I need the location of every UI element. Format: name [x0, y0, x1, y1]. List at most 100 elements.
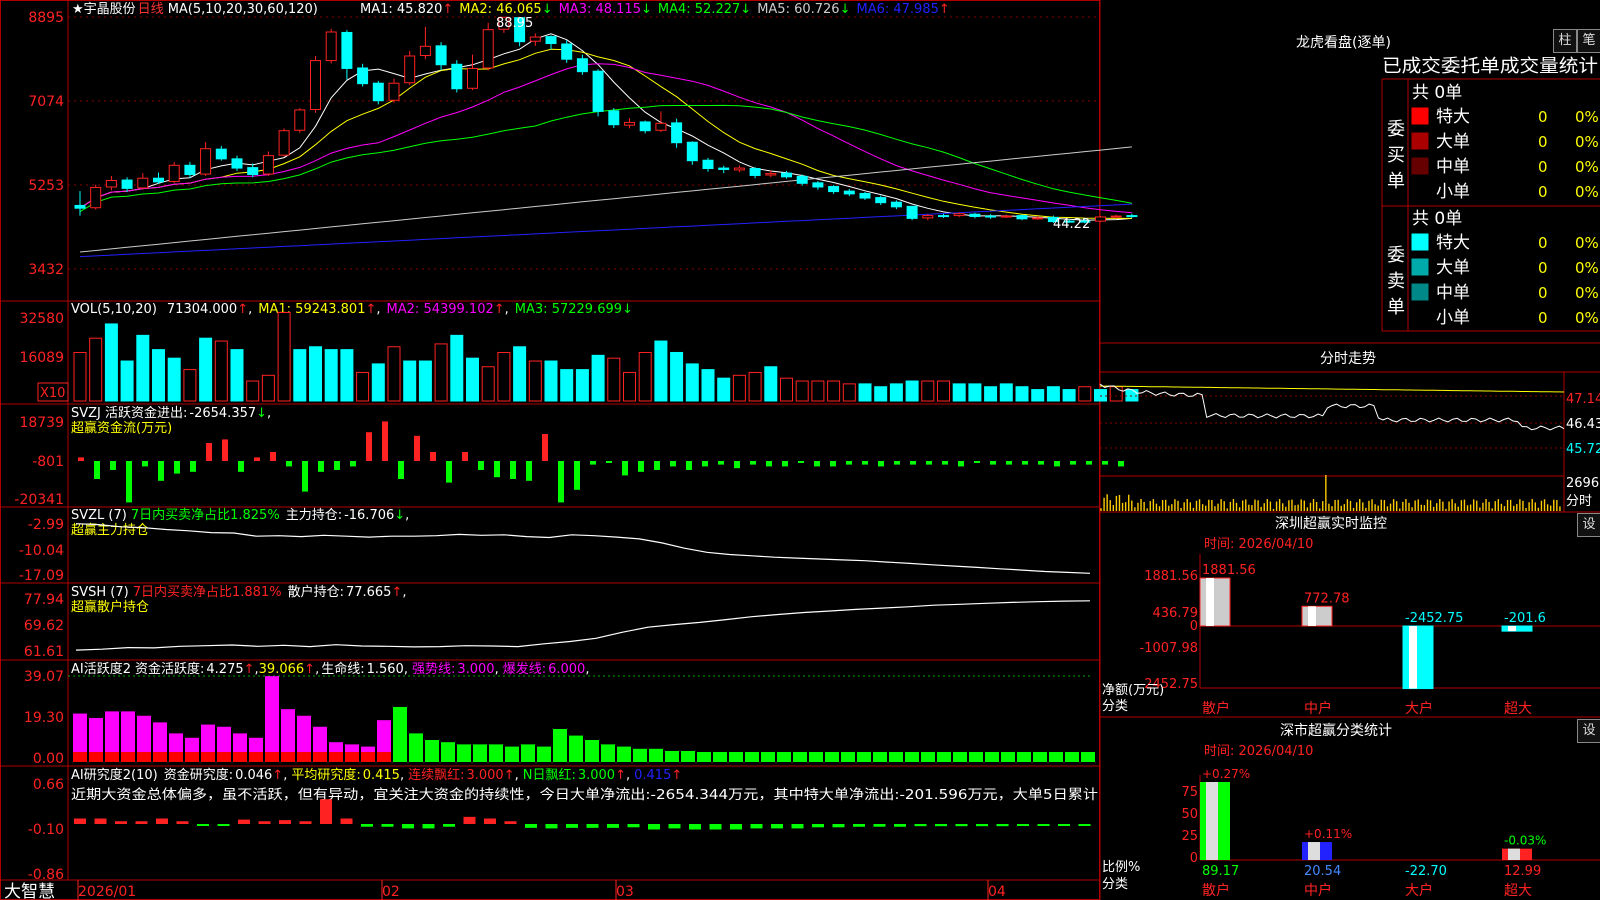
dt-row-count: 0: [1538, 309, 1548, 327]
y-tick: 0: [1190, 619, 1198, 634]
activity-base-bar: [489, 752, 503, 762]
research-bar: [279, 820, 291, 824]
fund-flow-bar: [430, 452, 436, 461]
fund-flow-bar: [270, 452, 276, 461]
volume-bar: [1078, 386, 1092, 402]
volume-bar: [623, 371, 636, 402]
volume-bar: [984, 386, 998, 402]
y-tick: 39.07: [24, 669, 64, 685]
fund-flow-bar: [894, 461, 900, 465]
candle-body: [529, 36, 541, 42]
activity-base-bar: [921, 752, 935, 762]
ma-lines: [79, 33, 1132, 258]
volume-bar: [654, 340, 668, 402]
intraday-y-tick: 46.43: [1566, 417, 1600, 432]
candle-body: [733, 167, 745, 171]
category-label: 超大: [1504, 883, 1532, 899]
dt-row-count: 0: [1538, 284, 1548, 302]
fund-flow-bar: [1006, 461, 1012, 465]
candle-body: [765, 173, 777, 176]
volume-bar: [434, 343, 448, 402]
net-flow-bar: [1199, 577, 1231, 627]
fund-flow-bar: [142, 461, 148, 467]
low-label: 44.22: [1053, 217, 1090, 232]
y-tick: -801: [32, 454, 64, 470]
candle-body: [608, 110, 620, 126]
activity-base-bar: [377, 752, 391, 762]
volume-bar: [152, 349, 165, 402]
fund-flow-bar: [782, 461, 788, 467]
volume-bar: [167, 357, 181, 402]
research-bar: [94, 818, 107, 824]
research-bar: [258, 821, 271, 824]
dt-row-name: 小单: [1436, 308, 1470, 328]
fund-flow-bar: [414, 435, 420, 461]
fund-flow-bar: [846, 461, 852, 465]
y-tick: 69.62: [24, 618, 64, 634]
activity-base-bar: [1001, 752, 1015, 762]
volume-bar: [513, 346, 527, 402]
activity-base-bar: [761, 752, 775, 762]
sz-class-time: 时间: 2026/04/10: [1204, 744, 1313, 759]
candle-body: [262, 155, 274, 175]
volume-bar: [1031, 389, 1045, 402]
category-label: 超大: [1504, 701, 1532, 717]
research-bar: [299, 821, 312, 824]
research-bar: [176, 821, 189, 824]
dt-row-pct: 0%: [1575, 284, 1599, 302]
activity-base-bar: [985, 752, 999, 762]
activity-base-bar: [345, 752, 359, 762]
candle-body: [1000, 215, 1012, 218]
svsh-y-axis: 77.94 69.62 61.61: [24, 592, 64, 660]
sz-monitor-settings-button[interactable]: 设: [1577, 513, 1600, 537]
research-bar: [709, 824, 722, 830]
activity-base-bar: [361, 752, 375, 762]
fund-flow-bar: [510, 461, 516, 479]
activity-base-bar: [121, 752, 135, 762]
y-tick: 8895: [28, 10, 64, 26]
svg-text:AI活跃度2资金活跃度:4.275↑,39.066↑,生命线: AI活跃度2 资金活跃度: 4.275↑,39.066↑, 生命线: 1.560, 强势线…: [71, 661, 589, 677]
sz-class-title: 深市超赢分类统计: [1280, 722, 1392, 739]
volume-bar: [528, 360, 542, 402]
vol-y-axis: 32580 16089: [19, 311, 64, 366]
candle-body: [1032, 217, 1044, 220]
volume-bar: [246, 380, 260, 402]
column-view-button[interactable]: 柱: [1553, 29, 1577, 53]
fund-flow-bar: [734, 461, 740, 469]
activity-base-bar: [425, 752, 439, 762]
svg-text:超赢资金流(万元): 超赢资金流(万元): [71, 420, 172, 436]
research-bar: [115, 821, 127, 824]
volume-bar: [214, 340, 228, 402]
activity-base-bar: [409, 752, 423, 762]
candle-body: [153, 177, 164, 183]
candle-body: [435, 45, 447, 66]
fund-flow-bar: [910, 461, 916, 465]
activity-base-bar: [473, 752, 487, 762]
candle-body: [74, 204, 86, 209]
ratio-change-label: +0.11%: [1304, 827, 1352, 841]
dt-row-pct: 0%: [1575, 259, 1599, 277]
x-tick: 2026/01: [78, 884, 136, 900]
fund-flow-bar: [702, 461, 708, 467]
activity-base-bar: [633, 752, 647, 762]
research-bar: [668, 824, 681, 829]
volume-bar: [230, 349, 244, 402]
fund-flow-bar: [974, 461, 980, 463]
y-tick: -0.10: [28, 822, 64, 838]
candle-body: [686, 141, 698, 162]
activity-base-bar: [665, 752, 679, 762]
fund-flow-bar: [350, 461, 356, 467]
dt-swatch: [1411, 258, 1429, 276]
dragon-tiger-panel: 龙虎看盘(逐单) 已成交委托单成交量统计 委买单共 0单特大 0 0%大单 0 0%中单…: [1296, 34, 1600, 332]
fund-flow-bar: [1102, 461, 1108, 465]
candle-body: [906, 205, 918, 219]
volume-bar: [607, 357, 621, 402]
activity-base-bar: [537, 752, 551, 762]
volume-bar: [89, 337, 103, 402]
fund-flow-bar: [590, 461, 596, 465]
tick-view-button[interactable]: 笔: [1577, 29, 1600, 53]
category-label: 大户: [1405, 882, 1433, 899]
volume-bar: [575, 369, 589, 402]
sz-class-settings-button[interactable]: 设: [1577, 719, 1600, 743]
main-header: ★宇晶股份 日线 MA(5,10,20,30,60,120) MA1: 45.820…: [72, 2, 950, 17]
